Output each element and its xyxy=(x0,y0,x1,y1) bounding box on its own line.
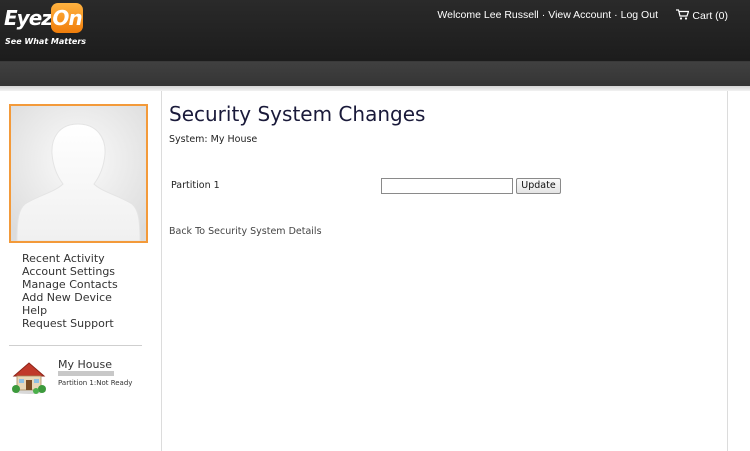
sidebar-divider xyxy=(9,345,142,346)
cart-link[interactable]: Cart (0) xyxy=(676,9,728,22)
sidebar-item-manage-contacts[interactable]: Manage Contacts xyxy=(22,278,118,291)
device-status: Partition 1:Not Ready xyxy=(58,379,133,387)
system-label: System: My House xyxy=(169,134,258,145)
avatar[interactable] xyxy=(9,104,148,243)
welcome-text: Welcome Lee Russell xyxy=(437,9,539,21)
sidebar-item-recent-activity[interactable]: Recent Activity xyxy=(22,252,118,265)
partition-label: Partition 1 xyxy=(171,180,220,191)
sidebar-item-add-new-device[interactable]: Add New Device xyxy=(22,291,118,304)
sidebar-menu: Recent Activity Account Settings Manage … xyxy=(22,252,118,330)
nav-bar xyxy=(0,62,750,86)
page-title: Security System Changes xyxy=(169,102,426,126)
update-button[interactable]: Update xyxy=(516,178,561,194)
device-name[interactable]: My House xyxy=(58,358,112,371)
device-status-bar xyxy=(58,371,114,376)
cart-label: Cart (0) xyxy=(692,10,728,22)
person-silhouette-icon xyxy=(11,106,146,241)
logo-tagline: See What Matters xyxy=(5,37,87,46)
back-to-details-link[interactable]: Back To Security System Details xyxy=(169,226,322,237)
partition-name-input[interactable] xyxy=(381,178,513,194)
link-separator: · xyxy=(614,9,618,21)
right-gutter xyxy=(727,91,750,451)
sidebar-item-help[interactable]: Help xyxy=(22,304,118,317)
account-links: Welcome Lee Russell · View Account · Log Out xyxy=(437,9,658,21)
log-out-link[interactable]: Log Out xyxy=(621,9,658,21)
logo-word-on: On xyxy=(51,3,83,33)
sidebar-item-account-settings[interactable]: Account Settings xyxy=(22,265,118,278)
logo-word-eyez: Eyez xyxy=(4,6,53,30)
view-account-link[interactable]: View Account xyxy=(548,9,611,21)
link-separator: · xyxy=(541,9,546,21)
house-icon[interactable] xyxy=(10,358,48,396)
sidebar-item-request-support[interactable]: Request Support xyxy=(22,317,118,330)
cart-icon xyxy=(676,9,690,20)
eyezon-logo[interactable]: Eyez On See What Matters xyxy=(4,3,90,47)
top-header: Eyez On See What Matters Welcome Lee Rus… xyxy=(0,0,750,62)
